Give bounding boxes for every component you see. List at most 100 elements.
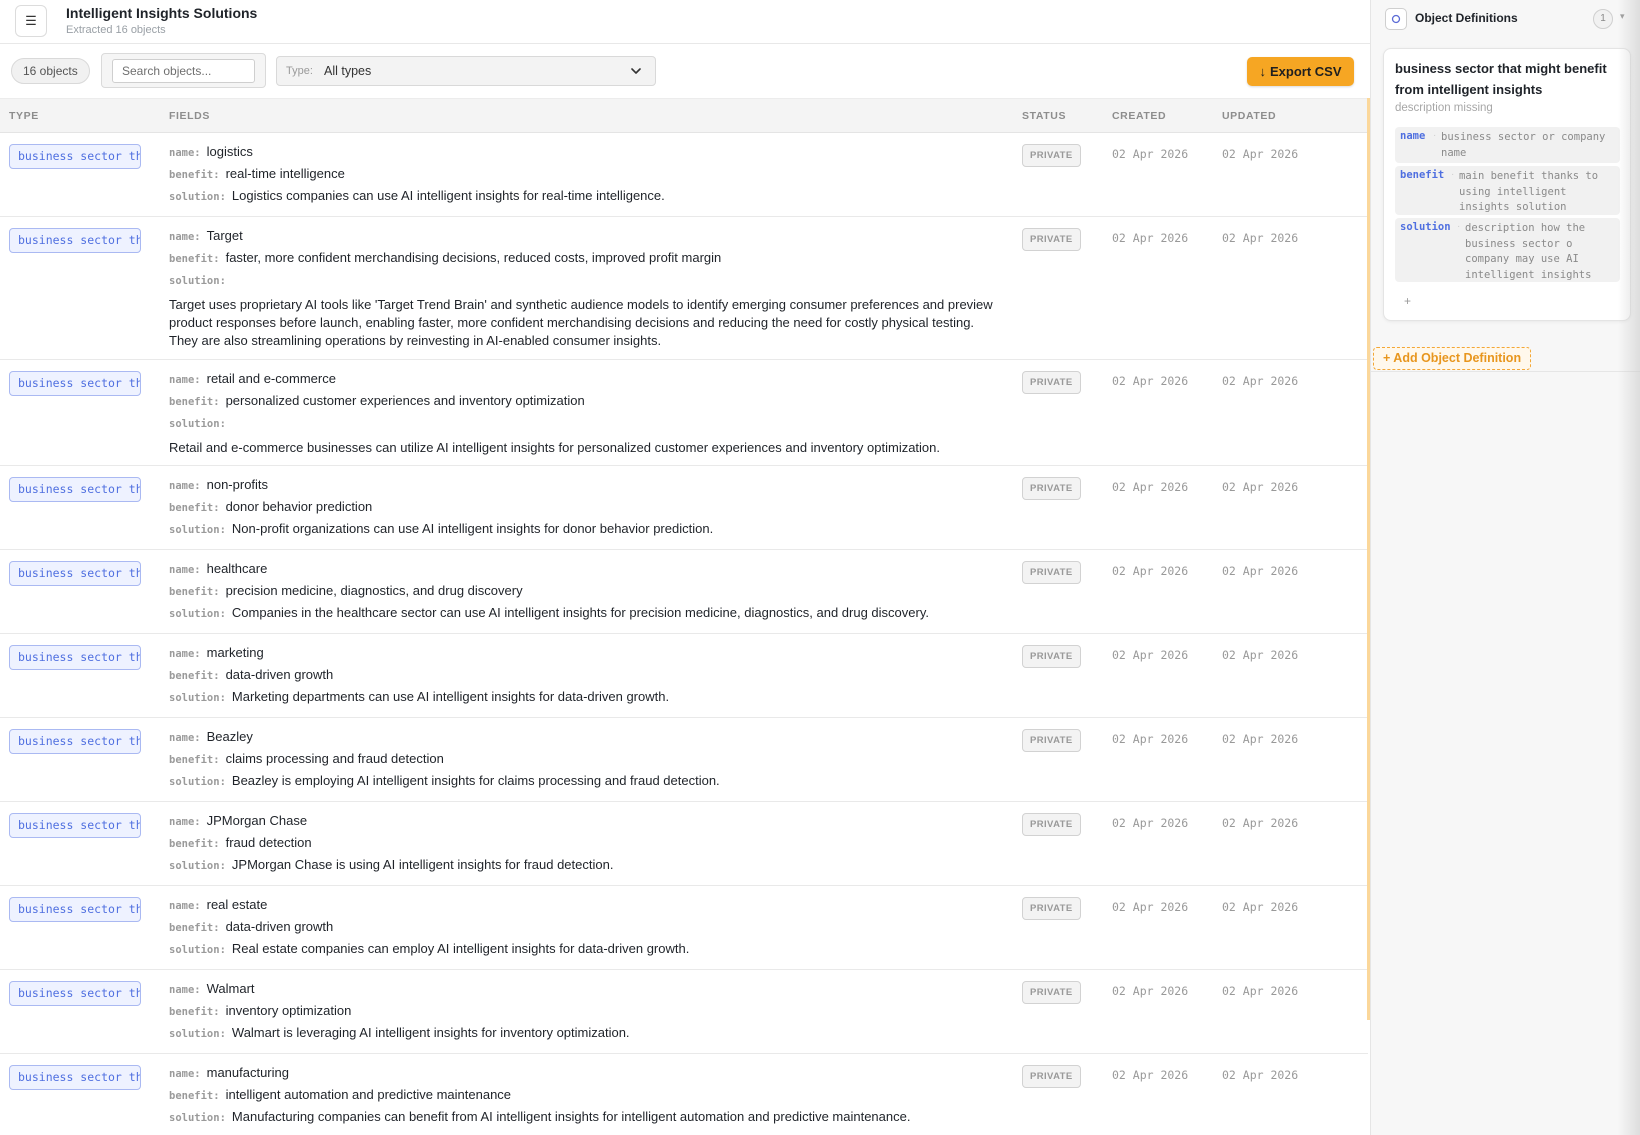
table-row[interactable]: business sector that might benefit from … — [0, 1054, 1368, 1135]
menu-button[interactable]: ☰ — [15, 5, 47, 37]
field-value-name: Beazley — [206, 729, 253, 744]
field-value-name: healthcare — [206, 561, 268, 576]
top-bar: ☰ Intelligent Insights Solutions Extract… — [0, 0, 1370, 44]
table-row[interactable]: business sector that might benefit from … — [0, 466, 1368, 550]
definitions-icon[interactable] — [1385, 8, 1407, 30]
type-tag[interactable]: business sector that might benefit from … — [9, 228, 141, 253]
column-header-created[interactable]: CREATED — [1112, 110, 1166, 122]
field-key-benefit: benefit: — [169, 1090, 220, 1102]
field-key-benefit: benefit: — [169, 253, 220, 265]
updated-date: 02 Apr 2026 — [1222, 480, 1299, 494]
add-object-definition-button[interactable]: + Add Object Definition — [1373, 347, 1532, 370]
field-value-benefit: data-driven growth — [225, 919, 334, 934]
table-row[interactable]: business sector that might benefit from … — [0, 886, 1368, 970]
field-key-name: name: — [169, 900, 201, 912]
field-value-benefit: claims processing and fraud detection — [225, 751, 444, 766]
field-value-solution: Companies in the healthcare sector can u… — [231, 605, 929, 620]
definition-field-solution[interactable]: solution · description how the business … — [1395, 218, 1620, 282]
column-header-updated[interactable]: UPDATED — [1222, 110, 1276, 122]
status-badge: PRIVATE — [1022, 477, 1081, 500]
field-key-solution: solution: — [169, 944, 226, 956]
type-tag[interactable]: business sector that might benefit from … — [9, 897, 141, 922]
definition-field-description: business sector or company name — [1441, 131, 1606, 159]
search-input[interactable] — [112, 59, 255, 83]
definition-field-name[interactable]: name · business sector or company name — [1395, 127, 1620, 163]
fields-cell: name: non-profits benefit: donor behavior … — [169, 474, 999, 540]
field-value-benefit: personalized customer experiences and in… — [225, 393, 585, 408]
table-row[interactable]: business sector that might benefit from … — [0, 718, 1368, 802]
updated-date: 02 Apr 2026 — [1222, 648, 1299, 662]
object-table-body: business sector that might benefit from … — [0, 133, 1368, 1135]
field-key-name: name: — [169, 147, 201, 159]
table-row[interactable]: business sector that might benefit from … — [0, 360, 1368, 466]
status-badge: PRIVATE — [1022, 561, 1081, 584]
column-header-type[interactable]: TYPE — [9, 110, 39, 122]
type-filter-label: Type: — [286, 65, 313, 77]
type-tag[interactable]: business sector that might benefit from … — [9, 144, 141, 169]
table-row[interactable]: business sector that might benefit from … — [0, 802, 1368, 886]
definition-field-benefit[interactable]: benefit · main benefit thanks to using i… — [1395, 166, 1620, 215]
definition-description[interactable]: description missing — [1395, 102, 1493, 114]
updated-date: 02 Apr 2026 — [1222, 816, 1299, 830]
type-tag[interactable]: business sector that might benefit from … — [9, 981, 141, 1006]
fields-cell: name: marketing benefit: data-driven growt… — [169, 642, 999, 708]
type-tag[interactable]: business sector that might benefit from … — [9, 371, 141, 396]
field-value-solution: Walmart is leveraging AI intelligent ins… — [231, 1025, 630, 1040]
fields-cell: name: manufacturing benefit: intelligent a… — [169, 1062, 999, 1128]
panel-title: Object Definitions — [1415, 11, 1518, 25]
field-key-solution: solution: — [169, 776, 226, 788]
status-badge: PRIVATE — [1022, 981, 1081, 1004]
definition-title[interactable]: business sector that might benefit from … — [1395, 58, 1623, 100]
table-row[interactable]: business sector that might benefit from … — [0, 970, 1368, 1054]
field-value-solution: Manufacturing companies can benefit from… — [231, 1109, 911, 1124]
field-value-name: real estate — [206, 897, 268, 912]
field-key-solution: solution: — [169, 1028, 226, 1040]
status-badge: PRIVATE — [1022, 897, 1081, 920]
type-filter-select[interactable]: Type: All types — [276, 56, 656, 86]
field-key-benefit: benefit: — [169, 754, 220, 766]
table-row[interactable]: business sector that might benefit from … — [0, 133, 1368, 217]
field-key-name: name: — [169, 816, 201, 828]
table-header: TYPE FIELDS STATUS CREATED UPDATED — [0, 98, 1368, 133]
status-badge: PRIVATE — [1022, 144, 1081, 167]
type-tag[interactable]: business sector that might benefit from … — [9, 477, 141, 502]
field-key-name: name: — [169, 732, 201, 744]
type-tag[interactable]: business sector that might benefit from … — [9, 561, 141, 586]
field-key-benefit: benefit: — [169, 502, 220, 514]
created-date: 02 Apr 2026 — [1112, 732, 1189, 746]
field-value-solution: Target uses proprietary AI tools like 'T… — [169, 297, 993, 348]
status-badge: PRIVATE — [1022, 729, 1081, 752]
download-arrow-icon: ↓ — [1259, 64, 1266, 79]
created-date: 02 Apr 2026 — [1112, 147, 1189, 161]
field-key-name: name: — [169, 374, 201, 386]
definition-card[interactable]: business sector that might benefit from … — [1383, 48, 1631, 321]
table-row[interactable]: business sector that might benefit from … — [0, 550, 1368, 634]
table-row[interactable]: business sector that might benefit from … — [0, 634, 1368, 718]
chevron-down-icon — [631, 68, 641, 74]
export-csv-button[interactable]: ↓ Export CSV — [1247, 57, 1354, 86]
type-tag[interactable]: business sector that might benefit from … — [9, 813, 141, 838]
field-key-name: name: — [169, 480, 201, 492]
toolbar: 16 objects Type: All types ↓ Export CSV — [0, 44, 1370, 98]
type-tag[interactable]: business sector that might benefit from … — [9, 729, 141, 754]
column-header-status[interactable]: STATUS — [1022, 110, 1066, 122]
add-field-button[interactable]: + — [1404, 294, 1411, 308]
fields-cell: name: logistics benefit: real-time intelli… — [169, 141, 999, 207]
field-key-benefit: benefit: — [169, 1006, 220, 1018]
type-tag[interactable]: business sector that might benefit from … — [9, 645, 141, 670]
export-csv-label: Export CSV — [1269, 64, 1342, 79]
fields-cell: name: real estate benefit: data-driven gro… — [169, 894, 999, 960]
field-value-name: logistics — [206, 144, 253, 159]
field-separator: · — [1433, 130, 1437, 141]
field-value-name: manufacturing — [206, 1065, 289, 1080]
circle-icon — [1391, 14, 1401, 24]
field-key-solution: solution: — [169, 418, 226, 430]
field-key-benefit: benefit: — [169, 838, 220, 850]
table-row[interactable]: business sector that might benefit from … — [0, 217, 1368, 360]
search-container — [101, 53, 266, 88]
field-value-name: non-profits — [206, 477, 269, 492]
type-tag[interactable]: business sector that might benefit from … — [9, 1065, 141, 1090]
field-value-benefit: data-driven growth — [225, 667, 334, 682]
created-date: 02 Apr 2026 — [1112, 648, 1189, 662]
column-header-fields[interactable]: FIELDS — [169, 110, 210, 122]
